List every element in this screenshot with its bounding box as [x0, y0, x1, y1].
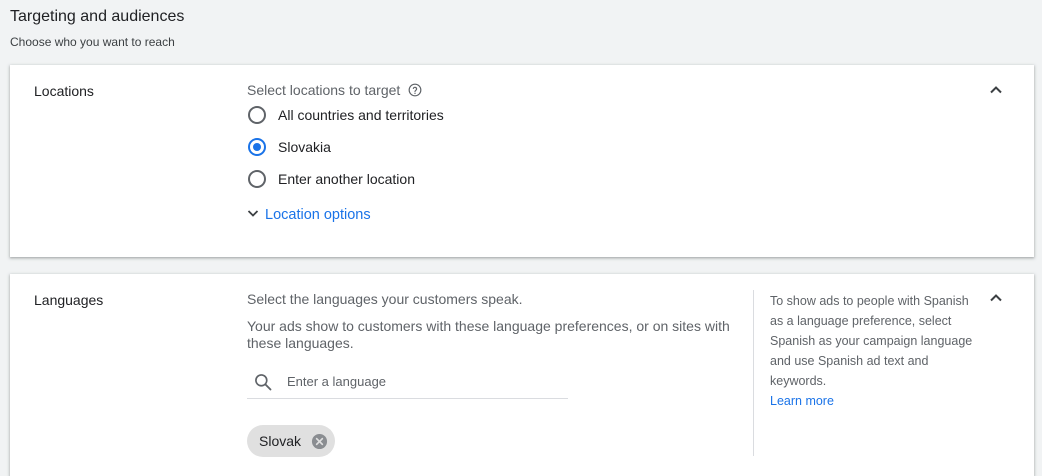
location-options-label: Location options: [265, 207, 371, 223]
chevron-up-icon: [989, 291, 1003, 310]
language-chip-slovak: Slovak: [247, 425, 336, 457]
radio-slovakia[interactable]: Slovakia: [247, 131, 444, 163]
collapse-locations-button[interactable]: [982, 78, 1010, 106]
chevron-down-icon: [247, 207, 259, 223]
language-search[interactable]: [247, 365, 568, 399]
radio-label: All countries and territories: [278, 107, 444, 123]
page-subtitle: Choose who you want to reach: [10, 35, 175, 49]
help-note-text: To show ads to people with Spanish as a …: [770, 294, 973, 388]
languages-body: Select the languages your customers spea…: [247, 290, 737, 457]
radio-another-location[interactable]: Enter another location: [247, 163, 444, 195]
section-header: Targeting and audiences Choose who you w…: [10, 6, 184, 50]
languages-prompt: Select the languages your customers spea…: [247, 291, 523, 307]
collapse-languages-button[interactable]: [982, 286, 1010, 314]
chip-label: Slovak: [259, 433, 302, 449]
locations-label: Locations: [34, 83, 94, 99]
locations-prompt-text: Select locations to target: [247, 82, 401, 98]
radio-button-selected[interactable]: [248, 138, 266, 156]
languages-card: Languages Select the languages your cust…: [10, 274, 1034, 476]
radio-label: Enter another location: [278, 171, 415, 187]
radio-label: Slovakia: [278, 139, 331, 155]
radio-all-countries[interactable]: All countries and territories: [247, 99, 444, 131]
radio-button[interactable]: [248, 106, 266, 124]
page-title: Targeting and audiences: [10, 8, 185, 25]
languages-label: Languages: [34, 292, 104, 308]
help-icon[interactable]: [408, 83, 422, 97]
language-help-note: To show ads to people with Spanish as a …: [770, 291, 980, 411]
locations-body: Select locations to target All countries…: [247, 81, 444, 223]
locations-prompt: Select locations to target: [247, 81, 444, 99]
vertical-divider: [753, 290, 754, 456]
search-icon: [253, 372, 273, 392]
location-options-toggle[interactable]: Location options: [247, 207, 444, 223]
locations-card: Locations Select locations to target All…: [10, 65, 1034, 257]
radio-button[interactable]: [248, 170, 266, 188]
chevron-up-icon: [989, 83, 1003, 102]
languages-description: Your ads show to customers with these la…: [247, 318, 730, 351]
language-search-input[interactable]: [287, 374, 547, 389]
learn-more-link[interactable]: Learn more: [770, 391, 980, 411]
remove-chip-icon[interactable]: [311, 433, 328, 450]
